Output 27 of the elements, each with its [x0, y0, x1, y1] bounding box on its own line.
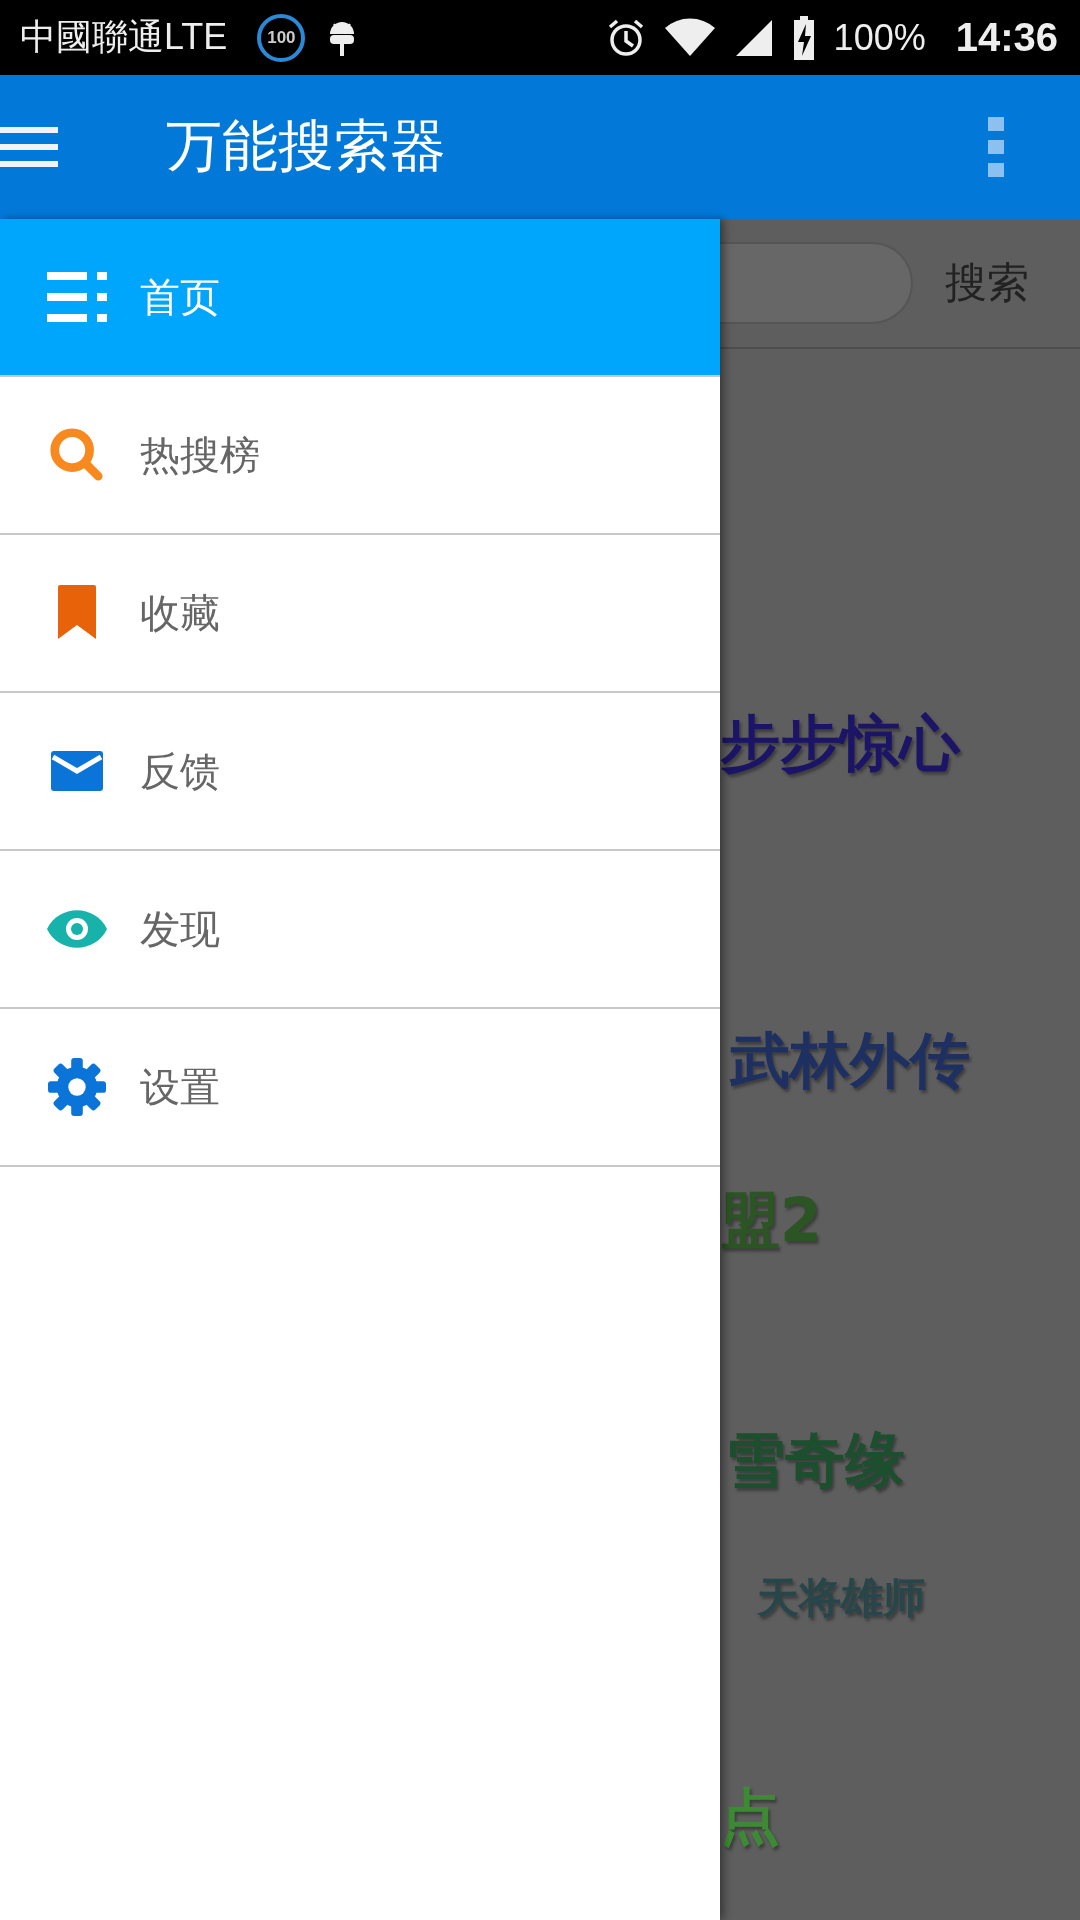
charging-battery-icon — [791, 15, 816, 60]
battery-saver-badge: 100 — [257, 13, 306, 62]
search-button[interactable]: 搜索 — [945, 255, 1029, 311]
carrier-text: 中國聯通LTE — [20, 15, 228, 59]
list-icon — [47, 272, 107, 322]
bookmark-icon — [57, 585, 97, 641]
search-field[interactable] — [720, 242, 913, 324]
menu-icon[interactable] — [0, 127, 58, 167]
overflow-menu-icon[interactable] — [988, 117, 1004, 177]
mail-icon — [51, 751, 103, 791]
wifi-icon — [663, 17, 716, 58]
drawer-item[interactable]: 首页 — [0, 219, 720, 377]
drawer-item[interactable]: 发现 — [0, 851, 720, 1009]
drawer-item[interactable]: 反馈 — [0, 693, 720, 851]
hot-word[interactable]: 步步惊心 — [720, 707, 960, 779]
clock-time: 14:36 — [955, 15, 1058, 60]
drawer-item[interactable]: 设置 — [0, 1009, 720, 1167]
hot-word[interactable]: 武林外传 — [730, 1024, 970, 1096]
settings-icon — [48, 1058, 106, 1116]
drawer-item[interactable]: 收藏 — [0, 535, 720, 693]
eye-icon — [47, 910, 107, 948]
battery-percent: 100% — [833, 16, 926, 59]
app-title: 万能搜索器 — [166, 112, 446, 180]
hot-word[interactable]: 盟2 — [720, 1184, 822, 1256]
hot-word[interactable]: 雪奇缘 — [725, 1424, 905, 1496]
drawer-item[interactable]: 热搜榜 — [0, 377, 720, 535]
search-icon — [48, 426, 106, 484]
